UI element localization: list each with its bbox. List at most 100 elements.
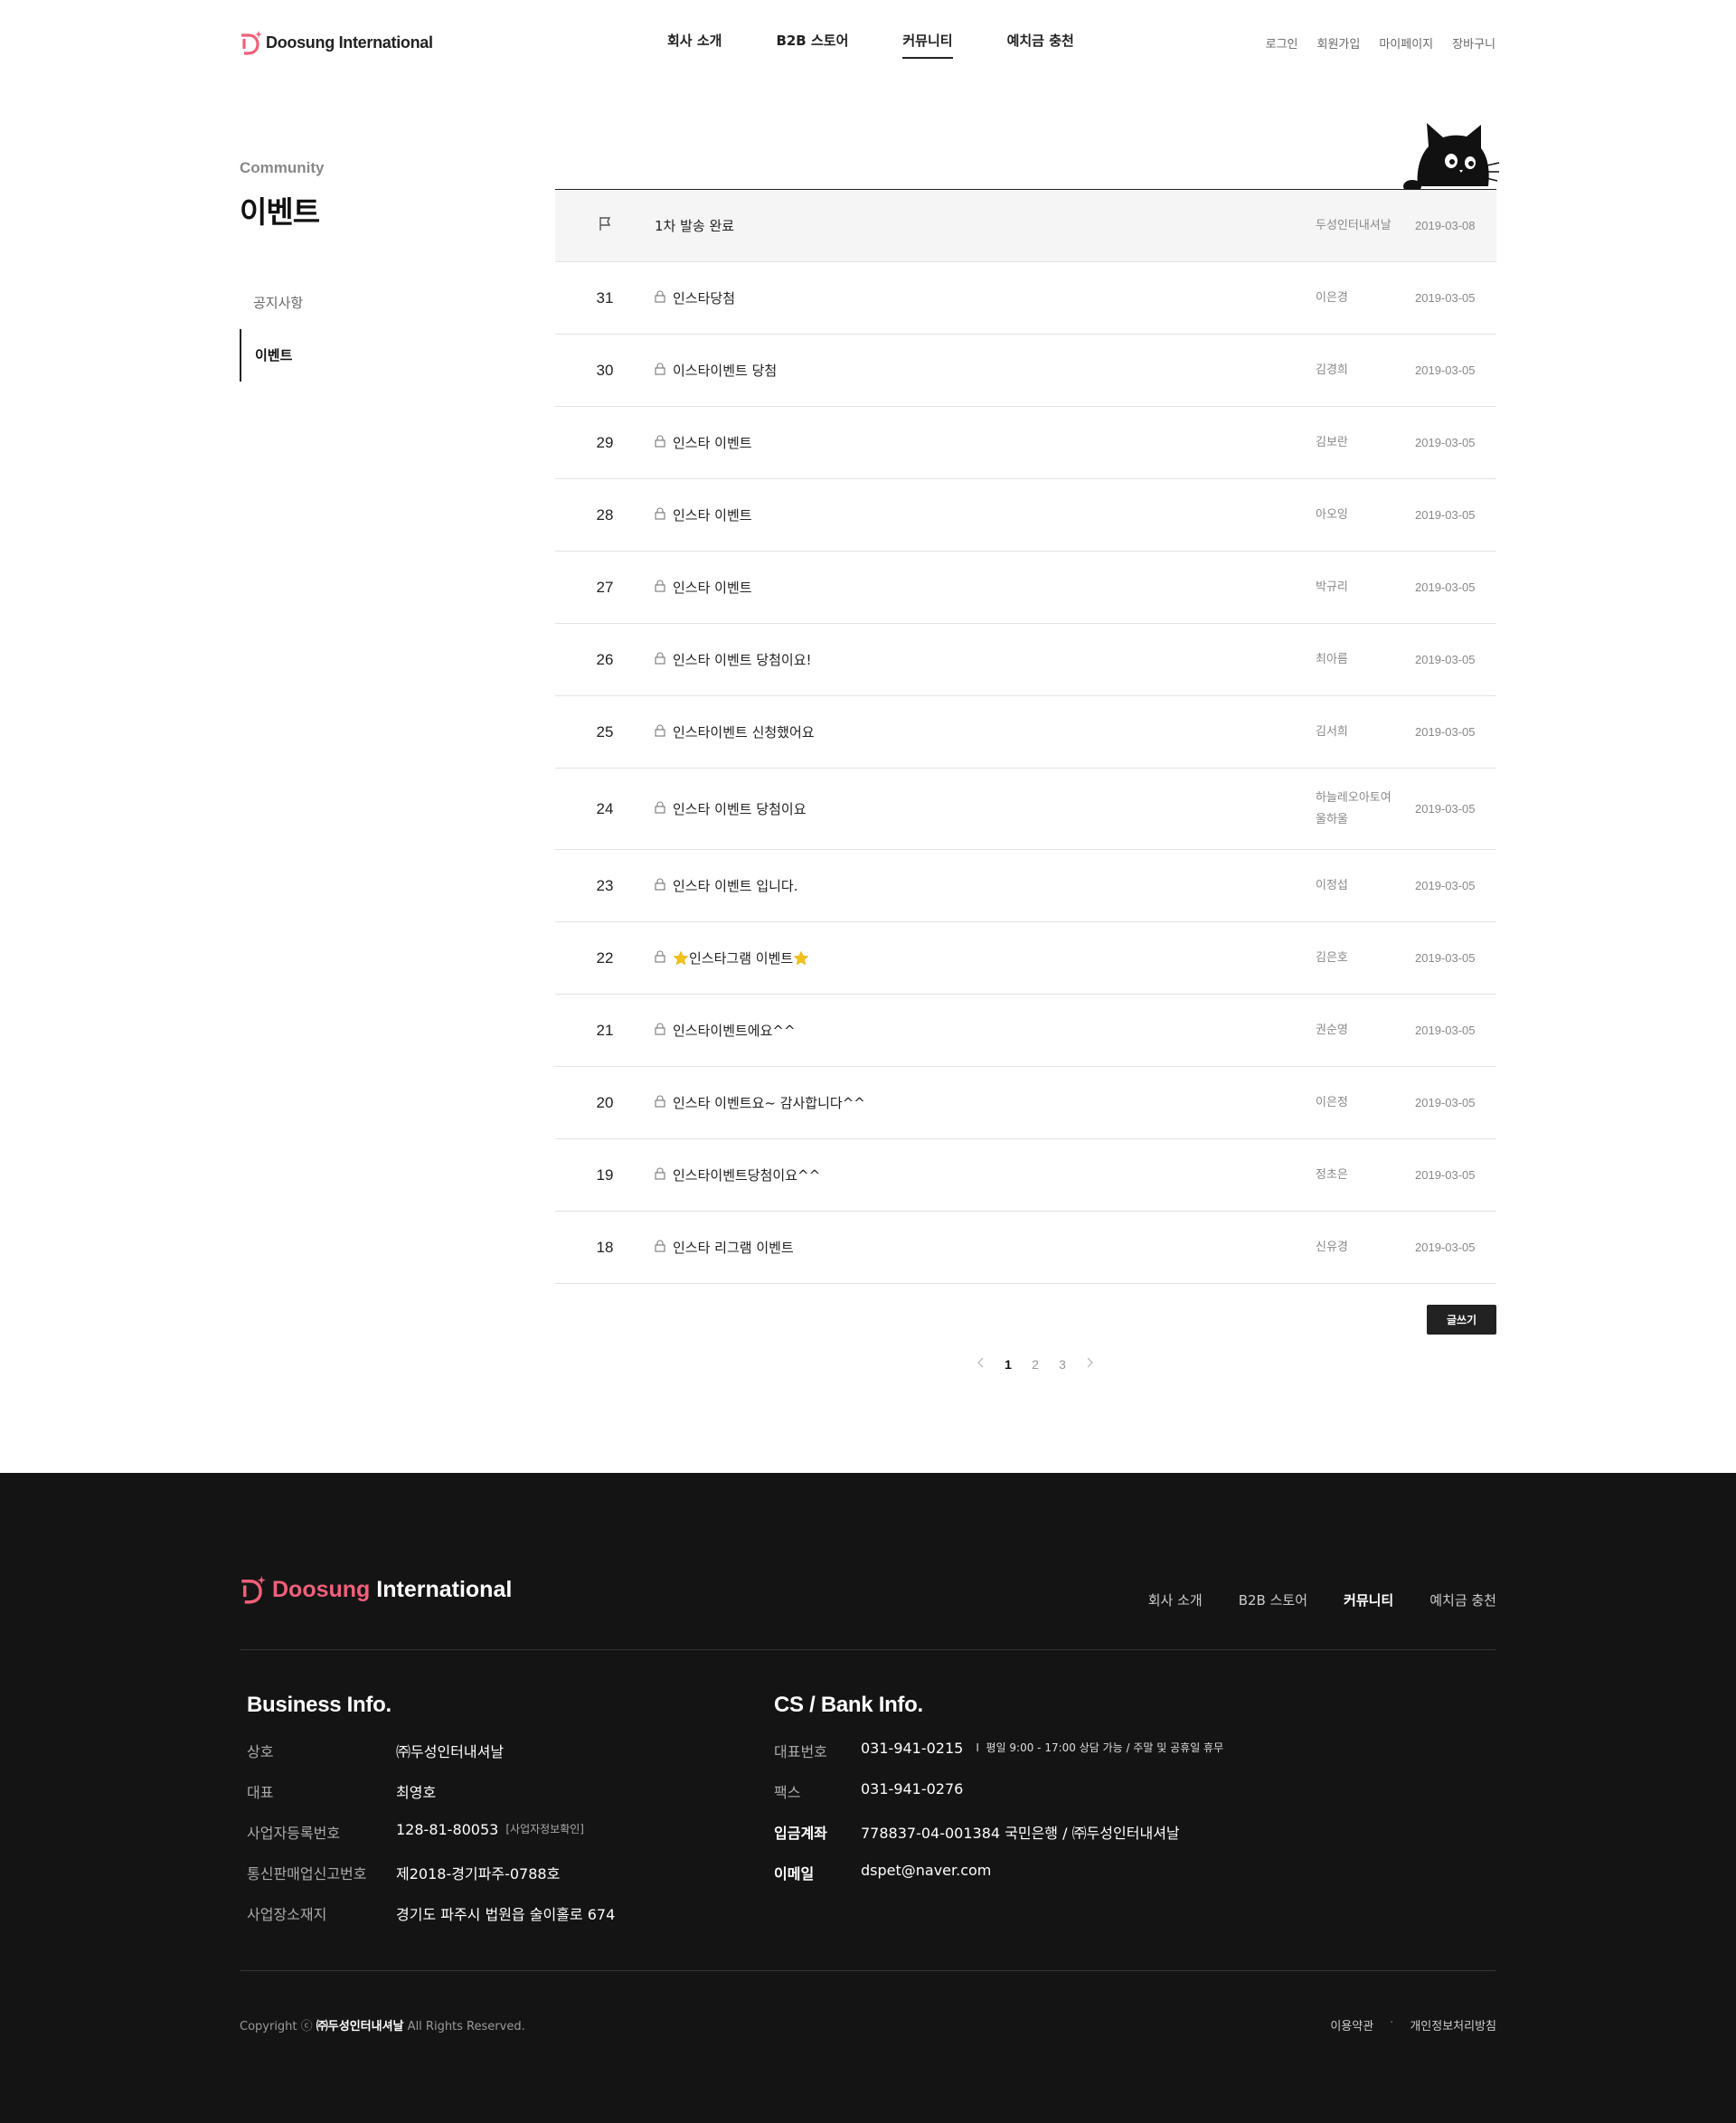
main-nav: 회사 소개 B2B 스토어 커뮤니티 예치금 충천 <box>667 31 1128 59</box>
table-row[interactable]: 24 인스타 이벤트 당첨이요 하늘레오아토여 울하울 2019-03-05 <box>555 769 1496 850</box>
business-info-row: 사업장소재지 경기도 파주시 법원읍 술이홀로 674 <box>247 1906 616 1923</box>
lock-icon <box>655 723 673 741</box>
page-2[interactable]: 2 <box>1022 1357 1049 1372</box>
footer-nav-b2b-store[interactable]: B2B 스토어 <box>1239 1590 1307 1609</box>
post-writer: 김서희 <box>1316 724 1348 739</box>
table-row[interactable]: 30 이스타이벤트 당첨 김경희 2019-03-05 <box>555 335 1496 407</box>
lock-icon <box>655 1022 673 1039</box>
lock-icon <box>655 949 673 967</box>
table-row[interactable]: 19 인스타이벤트당첨이요^^ 정초은 2019-03-05 <box>555 1139 1496 1212</box>
table-row[interactable]: 27 인스타 이벤트 박규리 2019-03-05 <box>555 552 1496 624</box>
post-title[interactable]: 인스타 이벤트요~ 감사합니다^^ <box>655 1093 1316 1112</box>
post-writer: 이은경 <box>1316 290 1348 305</box>
footer-nav-company[interactable]: 회사 소개 <box>1148 1590 1203 1609</box>
post-title[interactable]: 인스타그램 이벤트 <box>655 948 1316 967</box>
post-date: 2019-03-05 <box>1415 1241 1476 1254</box>
footer-nav-deposit[interactable]: 예치금 충천 <box>1429 1590 1496 1609</box>
post-title[interactable]: 이스타이벤트 당첨 <box>655 361 1316 380</box>
nav-company[interactable]: 회사 소개 <box>667 31 722 59</box>
post-title[interactable]: 인스타 이벤트 <box>655 578 1316 597</box>
business-verify-link[interactable]: [사업자정보확인] <box>505 1821 584 1836</box>
lock-icon <box>655 877 673 894</box>
nav-deposit[interactable]: 예치금 충천 <box>1007 31 1074 59</box>
lock-icon <box>655 1239 673 1256</box>
side-item-notice[interactable]: 공지사항 <box>240 277 420 329</box>
notice-marker <box>555 214 655 237</box>
lock-icon <box>655 362 673 379</box>
footer-nav: 회사 소개 B2B 스토어 커뮤니티 예치금 충천 <box>1112 1590 1496 1609</box>
table-row[interactable]: 18 인스타 리그램 이벤트 신유경 2019-03-05 <box>555 1212 1496 1284</box>
logo[interactable]: Doosung International <box>240 30 433 55</box>
page-3[interactable]: 3 <box>1049 1357 1076 1372</box>
table-row[interactable]: 23 인스타 이벤트 입니다. 이정섭 2019-03-05 <box>555 850 1496 922</box>
table-row[interactable]: 28 인스타 이벤트 아오잉 2019-03-05 <box>555 479 1496 552</box>
cs-info-row: 입금계좌 778837-04-001384 국민은행 / ㈜두성인터내셔날 <box>774 1825 1180 1842</box>
table-row[interactable]: 26 인스타 이벤트 당첨이요! 최아름 2019-03-05 <box>555 624 1496 696</box>
footer-links: 이용약관 · 개인정보처리방침 <box>1330 2016 1496 2033</box>
cs-info-row: 이메일 dspet@naver.com <box>774 1862 992 1882</box>
table-row[interactable]: 31 인스타당첨 이은경 2019-03-05 <box>555 262 1496 335</box>
table-row[interactable]: 20 인스타 이벤트요~ 감사합니다^^ 이은정 2019-03-05 <box>555 1067 1496 1139</box>
post-title[interactable]: 인스타이벤트 신청했어요 <box>655 722 1316 741</box>
table-row[interactable]: 21 인스타이벤트에요^^ 권순영 2019-03-05 <box>555 995 1496 1067</box>
star-icon <box>793 950 809 965</box>
post-title[interactable]: 인스타이벤트당첨이요^^ <box>655 1165 1316 1184</box>
post-title[interactable]: 1차 발송 완료 <box>655 216 1316 235</box>
post-number: 23 <box>596 876 614 894</box>
logo-text: Doosung International <box>266 33 433 52</box>
nav-community[interactable]: 커뮤니티 <box>902 31 953 59</box>
footer-logo[interactable]: Doosung International <box>240 1573 512 1606</box>
table-row[interactable]: 29 인스타 이벤트 김보란 2019-03-05 <box>555 407 1496 479</box>
post-number: 25 <box>596 722 614 741</box>
side-nav: Community 이벤트 공지사항 이벤트 <box>240 159 420 382</box>
post-date: 2019-03-05 <box>1415 653 1476 666</box>
post-date: 2019-03-05 <box>1415 1024 1476 1037</box>
post-title[interactable]: 인스타 이벤트 <box>655 433 1316 452</box>
post-writer: 이정섭 <box>1316 878 1348 892</box>
post-title[interactable]: 인스타당첨 <box>655 288 1316 307</box>
privacy-link[interactable]: 개인정보처리방침 <box>1410 2016 1496 2033</box>
post-title[interactable]: 인스타 이벤트 입니다. <box>655 876 1316 895</box>
post-title[interactable]: 인스타 이벤트 당첨이요 <box>655 799 1316 818</box>
business-info-row: 사업자등록번호 128-81-80053 [사업자정보확인] <box>247 1821 584 1842</box>
write-button[interactable]: 글쓰기 <box>1427 1305 1496 1335</box>
table-row[interactable]: 22 인스타그램 이벤트 김은호 2019-03-05 <box>555 922 1496 995</box>
prev-page-icon[interactable] <box>967 1356 995 1372</box>
post-title[interactable]: 인스타 이벤트 당첨이요! <box>655 650 1316 669</box>
page-title: 이벤트 <box>240 194 320 230</box>
footer-logo-text: Doosung International <box>272 1576 513 1602</box>
post-writer: 권순영 <box>1316 1023 1348 1037</box>
business-info: Business Info. 상호 ㈜두성인터내셔날 대표 최영호 사업자등록번호 128… <box>247 1693 615 1943</box>
post-number: 26 <box>596 650 614 668</box>
post-date: 2019-03-05 <box>1415 291 1476 305</box>
post-writer: 김보란 <box>1316 435 1348 449</box>
side-item-event[interactable]: 이벤트 <box>240 329 420 382</box>
nav-b2b-store[interactable]: B2B 스토어 <box>776 31 848 59</box>
lock-icon <box>655 1166 673 1184</box>
mypage-link[interactable]: 마이페이지 <box>1379 34 1433 52</box>
cs-info-title: CS / Bank Info. <box>774 1693 923 1717</box>
post-writer: 김경희 <box>1316 363 1348 377</box>
cart-link[interactable]: 장바구니 <box>1452 34 1495 52</box>
signup-link[interactable]: 회원가입 <box>1317 34 1361 52</box>
post-writer: 아오잉 <box>1316 507 1348 522</box>
post-title[interactable]: 인스타이벤트에요^^ <box>655 1021 1316 1040</box>
post-number: 29 <box>596 433 614 451</box>
terms-link[interactable]: 이용약관 <box>1330 2016 1373 2033</box>
post-number: 27 <box>596 578 614 596</box>
post-writer: 하늘레오아토여 울하울 <box>1316 790 1392 826</box>
notice-row[interactable]: 1차 발송 완료 두성인터내셔날 2019-03-08 <box>555 190 1496 262</box>
post-date: 2019-03-05 <box>1415 802 1476 816</box>
post-writer: 정초은 <box>1316 1167 1348 1182</box>
footer-nav-community[interactable]: 커뮤니티 <box>1344 1590 1393 1609</box>
business-info-title: Business Info. <box>247 1693 392 1717</box>
login-link[interactable]: 로그인 <box>1266 34 1298 52</box>
post-title[interactable]: 인스타 이벤트 <box>655 505 1316 524</box>
next-page-icon[interactable] <box>1076 1356 1103 1372</box>
business-info-row: 대표 최영호 <box>247 1784 437 1801</box>
post-title[interactable]: 인스타 리그램 이벤트 <box>655 1238 1316 1257</box>
table-row[interactable]: 25 인스타이벤트 신청했어요 김서희 2019-03-05 <box>555 696 1496 769</box>
copyright: Copyright ⓒ ㈜두성인터내셔날 All Rights Reserved… <box>240 2020 525 2033</box>
post-number: 22 <box>596 948 614 967</box>
page-1[interactable]: 1 <box>995 1357 1022 1372</box>
